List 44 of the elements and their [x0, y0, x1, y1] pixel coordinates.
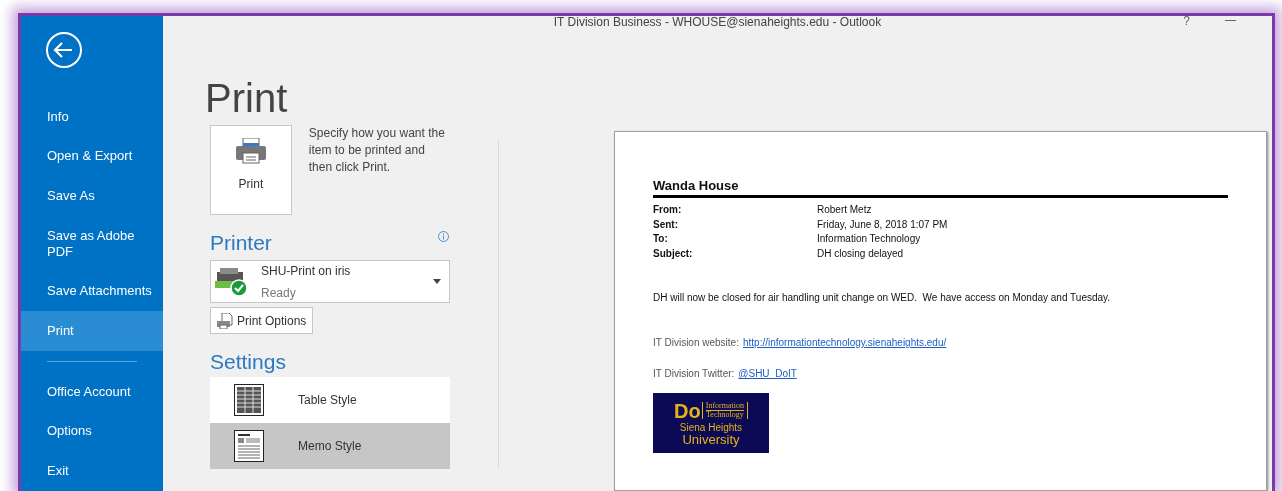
printer-dropdown[interactable]: SHU-Print on iris Ready	[210, 260, 450, 303]
sidebar-item[interactable]: Exit	[21, 451, 163, 491]
field-value: Robert Metz	[817, 203, 872, 217]
sidebar-item[interactable]: Info	[21, 96, 163, 137]
link-label: IT Division website:	[653, 336, 739, 350]
printer-icon	[235, 138, 266, 164]
caret-icon	[433, 279, 441, 284]
sidebar-item[interactable]: Save Attachments	[21, 271, 163, 312]
message-body: DH will now be closed for air handling unit change on WED. We have access on Monday and Tuesday.	[653, 291, 1112, 305]
field-label: From:	[653, 203, 683, 217]
printer-ready-icon	[215, 266, 247, 297]
sidebar-item[interactable]: Open & Export	[21, 136, 163, 177]
field-label: To:	[653, 232, 669, 246]
printer-name: SHU-Print on iris	[261, 262, 352, 280]
sender-heading: Wanda House	[653, 178, 1228, 198]
style-option[interactable]: Memo Style	[210, 423, 450, 469]
link[interactable]: http://informationtechnology.sienaheights.edu/	[742, 335, 947, 350]
back-button[interactable]	[45, 31, 83, 69]
style-option[interactable]: Table Style	[210, 377, 450, 423]
field-value: Friday, June 8, 2018 1:07 PM	[817, 217, 948, 232]
print-options-button[interactable]: Print Options	[210, 307, 314, 334]
printer-status: Ready	[261, 284, 297, 302]
settings-heading: Settings	[210, 350, 287, 374]
print-button[interactable]: Print	[210, 125, 292, 215]
sidebar-item[interactable]: Office Account	[21, 371, 163, 412]
field-label: Subject:	[653, 246, 694, 261]
printer-heading: Printer	[210, 231, 272, 255]
sidebar-item[interactable]: Save as Adobe PDF	[21, 215, 163, 272]
link[interactable]: @SHU_DoIT	[738, 366, 797, 381]
sidebar-item[interactable]: Save As	[21, 176, 163, 216]
window-title: IT Division Business - WHOUSE@sienaheights.edu - Outlook	[553, 16, 882, 29]
help-button[interactable]: ?	[1183, 16, 1190, 30]
table-style-icon	[234, 384, 264, 416]
info-icon[interactable]	[438, 231, 449, 242]
field-label: Sent:	[653, 217, 679, 232]
field-value: DH closing delayed	[817, 246, 904, 261]
memo-style-icon	[234, 430, 264, 462]
page-printer-icon	[217, 312, 233, 329]
sidebar-item[interactable]: Options	[21, 411, 163, 452]
field-value: Information Technology	[817, 232, 921, 246]
page-title: Print	[205, 75, 289, 122]
link-label: IT Division Twitter:	[653, 367, 735, 381]
print-description: Specify how you want the item to be printed and then click Print.	[308, 125, 446, 176]
sidebar-item[interactable]: Print	[21, 311, 163, 351]
